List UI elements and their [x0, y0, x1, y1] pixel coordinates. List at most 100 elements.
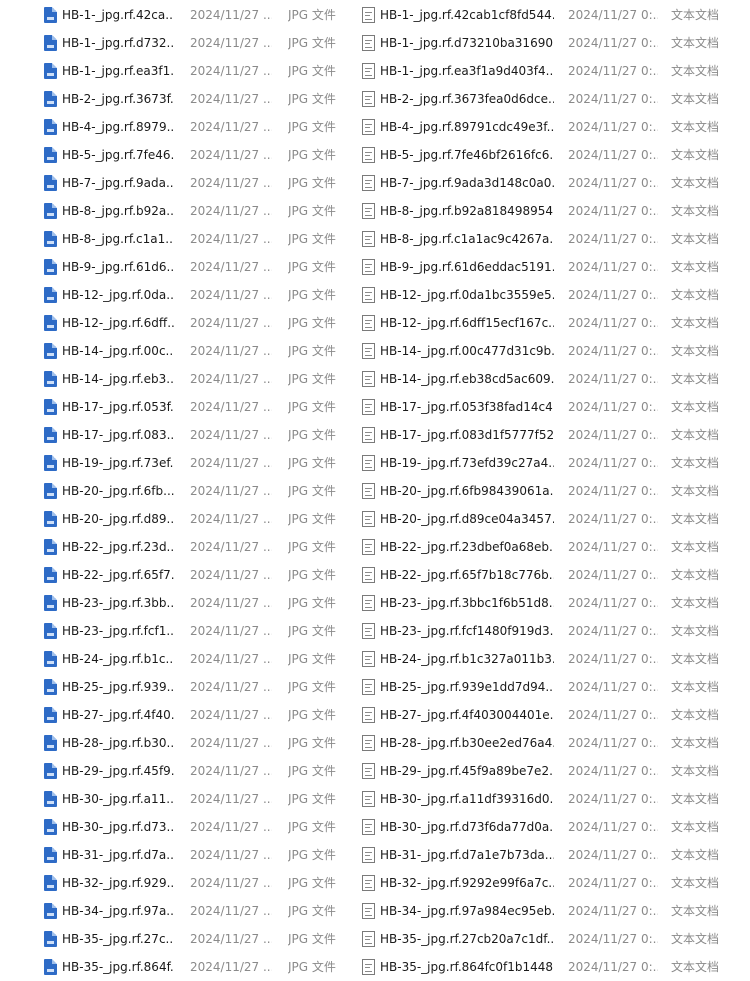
jpg-file-icon[interactable] [44, 427, 57, 443]
jpg-file-name[interactable]: HB-30-_jpg.rf.d73... [62, 813, 174, 841]
jpg-file-icon[interactable] [44, 259, 57, 275]
jpg-file-name[interactable]: HB-22-_jpg.rf.65f7... [62, 561, 174, 589]
text-file-icon[interactable] [362, 35, 375, 51]
jpg-file-icon[interactable] [44, 679, 57, 695]
text-file-icon[interactable] [362, 259, 375, 275]
jpg-file-icon[interactable] [44, 231, 57, 247]
text-file-name[interactable]: HB-34-_jpg.rf.97a984ec95eb... [380, 897, 554, 925]
jpg-file-icon[interactable] [44, 119, 57, 135]
jpg-file-icon[interactable] [44, 483, 57, 499]
jpg-file-name[interactable]: HB-2-_jpg.rf.3673f... [62, 85, 174, 113]
text-file-icon[interactable] [362, 735, 375, 751]
text-file-name[interactable]: HB-22-_jpg.rf.23dbef0a68eb... [380, 533, 554, 561]
jpg-file-icon[interactable] [44, 707, 57, 723]
text-file-icon[interactable] [362, 175, 375, 191]
jpg-file-name[interactable]: HB-12-_jpg.rf.0da... [62, 281, 174, 309]
jpg-file-icon[interactable] [44, 819, 57, 835]
text-file-name[interactable]: HB-4-_jpg.rf.89791cdc49e3f... [380, 113, 554, 141]
jpg-file-icon[interactable] [44, 903, 57, 919]
text-file-icon[interactable] [362, 343, 375, 359]
text-file-name[interactable]: HB-23-_jpg.rf.3bbc1f6b51d8... [380, 589, 554, 617]
jpg-file-icon[interactable] [44, 35, 57, 51]
jpg-file-icon[interactable] [44, 651, 57, 667]
text-file-name[interactable]: HB-5-_jpg.rf.7fe46bf2616fc6... [380, 141, 554, 169]
jpg-file-name[interactable]: HB-17-_jpg.rf.053f... [62, 393, 174, 421]
jpg-file-icon[interactable] [44, 7, 57, 23]
text-file-name[interactable]: HB-23-_jpg.rf.fcf1480f919d3... [380, 617, 554, 645]
text-file-icon[interactable] [362, 623, 375, 639]
text-file-icon[interactable] [362, 455, 375, 471]
text-file-icon[interactable] [362, 231, 375, 247]
jpg-file-name[interactable]: HB-23-_jpg.rf.3bb... [62, 589, 174, 617]
jpg-file-name[interactable]: HB-14-_jpg.rf.eb3... [62, 365, 174, 393]
text-file-name[interactable]: HB-30-_jpg.rf.d73f6da77d0a... [380, 813, 554, 841]
text-file-name[interactable]: HB-12-_jpg.rf.6dff15ecf167c... [380, 309, 554, 337]
jpg-file-icon[interactable] [44, 147, 57, 163]
jpg-file-icon[interactable] [44, 539, 57, 555]
jpg-file-name[interactable]: HB-30-_jpg.rf.a11... [62, 785, 174, 813]
jpg-file-icon[interactable] [44, 287, 57, 303]
text-file-icon[interactable] [362, 539, 375, 555]
text-file-name[interactable]: HB-35-_jpg.rf.27cb20a7c1df... [380, 925, 554, 953]
jpg-file-icon[interactable] [44, 315, 57, 331]
text-file-name[interactable]: HB-9-_jpg.rf.61d6eddac5191... [380, 253, 554, 281]
text-file-icon[interactable] [362, 399, 375, 415]
jpg-file-icon[interactable] [44, 343, 57, 359]
jpg-file-name[interactable]: HB-7-_jpg.rf.9ada... [62, 169, 174, 197]
text-file-name[interactable]: HB-8-_jpg.rf.c1a1ac9c4267a... [380, 225, 554, 253]
jpg-file-name[interactable]: HB-8-_jpg.rf.c1a1... [62, 225, 174, 253]
text-file-icon[interactable] [362, 315, 375, 331]
jpg-file-name[interactable]: HB-17-_jpg.rf.083... [62, 421, 174, 449]
text-file-icon[interactable] [362, 959, 375, 975]
jpg-file-icon[interactable] [44, 763, 57, 779]
jpg-file-icon[interactable] [44, 567, 57, 583]
jpg-file-icon[interactable] [44, 203, 57, 219]
jpg-file-icon[interactable] [44, 875, 57, 891]
text-file-icon[interactable] [362, 875, 375, 891]
jpg-file-name[interactable]: HB-22-_jpg.rf.23d... [62, 533, 174, 561]
text-file-name[interactable]: HB-1-_jpg.rf.ea3f1a9d403f4... [380, 57, 554, 85]
text-file-name[interactable]: HB-7-_jpg.rf.9ada3d148c0a0... [380, 169, 554, 197]
jpg-file-name[interactable]: HB-29-_jpg.rf.45f9... [62, 757, 174, 785]
jpg-file-icon[interactable] [44, 931, 57, 947]
text-file-name[interactable]: HB-17-_jpg.rf.083d1f5777f52... [380, 421, 554, 449]
text-file-icon[interactable] [362, 791, 375, 807]
text-file-name[interactable]: HB-1-_jpg.rf.d73210ba31690... [380, 29, 554, 57]
text-file-icon[interactable] [362, 511, 375, 527]
text-file-icon[interactable] [362, 147, 375, 163]
text-file-name[interactable]: HB-27-_jpg.rf.4f403004401e... [380, 701, 554, 729]
jpg-file-name[interactable]: HB-20-_jpg.rf.6fb... [62, 477, 174, 505]
jpg-file-icon[interactable] [44, 511, 57, 527]
text-file-name[interactable]: HB-29-_jpg.rf.45f9a89be7e2... [380, 757, 554, 785]
text-file-name[interactable]: HB-22-_jpg.rf.65f7b18c776b... [380, 561, 554, 589]
jpg-file-name[interactable]: HB-35-_jpg.rf.864f... [62, 953, 174, 981]
jpg-file-icon[interactable] [44, 735, 57, 751]
text-file-icon[interactable] [362, 567, 375, 583]
text-file-name[interactable]: HB-31-_jpg.rf.d7a1e7b73da... [380, 841, 554, 869]
jpg-file-name[interactable]: HB-12-_jpg.rf.6dff... [62, 309, 174, 337]
text-file-name[interactable]: HB-35-_jpg.rf.864fc0f1b1448... [380, 953, 554, 981]
text-file-icon[interactable] [362, 931, 375, 947]
jpg-file-name[interactable]: HB-32-_jpg.rf.929... [62, 869, 174, 897]
text-file-name[interactable]: HB-8-_jpg.rf.b92a818498954... [380, 197, 554, 225]
text-file-icon[interactable] [362, 91, 375, 107]
jpg-file-name[interactable]: HB-27-_jpg.rf.4f40... [62, 701, 174, 729]
text-file-icon[interactable] [362, 679, 375, 695]
text-file-icon[interactable] [362, 371, 375, 387]
jpg-file-name[interactable]: HB-20-_jpg.rf.d89... [62, 505, 174, 533]
text-file-icon[interactable] [362, 847, 375, 863]
text-file-icon[interactable] [362, 287, 375, 303]
text-file-icon[interactable] [362, 203, 375, 219]
text-file-icon[interactable] [362, 7, 375, 23]
text-file-name[interactable]: HB-20-_jpg.rf.6fb98439061a... [380, 477, 554, 505]
jpg-file-icon[interactable] [44, 399, 57, 415]
jpg-file-icon[interactable] [44, 847, 57, 863]
jpg-file-icon[interactable] [44, 63, 57, 79]
jpg-file-icon[interactable] [44, 91, 57, 107]
jpg-file-icon[interactable] [44, 959, 57, 975]
jpg-file-name[interactable]: HB-19-_jpg.rf.73ef... [62, 449, 174, 477]
jpg-file-icon[interactable] [44, 791, 57, 807]
text-file-name[interactable]: HB-28-_jpg.rf.b30ee2ed76a4... [380, 729, 554, 757]
text-file-icon[interactable] [362, 707, 375, 723]
text-file-name[interactable]: HB-19-_jpg.rf.73efd39c27a4... [380, 449, 554, 477]
